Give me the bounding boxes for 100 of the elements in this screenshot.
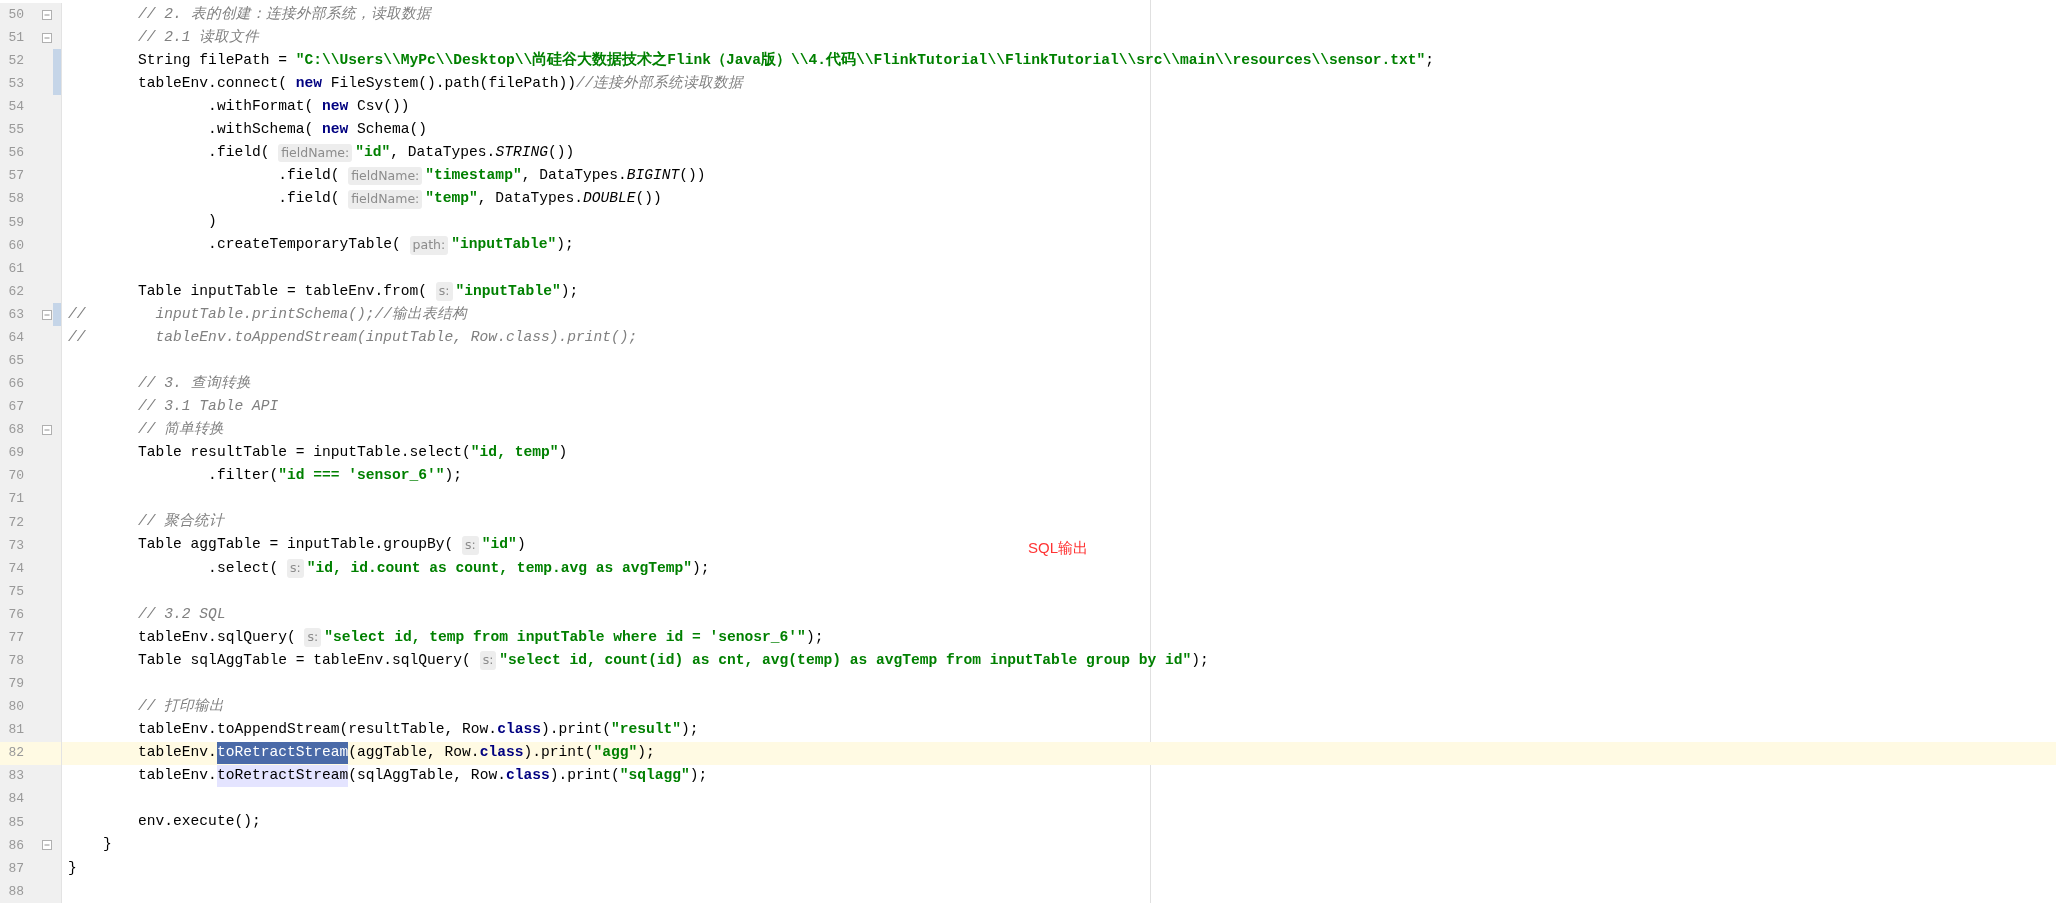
string-literal: "inputTable" (451, 235, 557, 255)
comment: // 3. 查询转换 (137, 373, 251, 393)
line-number: 53 (7, 75, 24, 94)
line-number: 72 (7, 513, 24, 532)
line-number: 84 (7, 790, 24, 809)
fold-icon[interactable] (42, 9, 52, 20)
line-number: 52 (7, 51, 24, 70)
line-number: 74 (7, 559, 24, 578)
fold-icon[interactable] (42, 309, 52, 320)
string-literal: "inputTable" (455, 281, 561, 301)
code-text: .field( (207, 143, 271, 163)
change-marker[interactable] (53, 72, 61, 96)
string-literal: "C:\\Users\\MyPc\\Desktop\\尚硅谷大数据技术之Flink（Java版）\\4.代码\\FlinkTutorial\\FlinkTutorial\\src\\main\\resources\\sensor.txt" (295, 50, 1426, 70)
code-text: ).print( (549, 766, 620, 786)
string-literal: "select id, count(id) as cnt, avg(temp) as avgTemp from inputTable group by id" (499, 650, 1192, 670)
code-text: ()) (635, 189, 662, 209)
code-text: , DataTypes. (477, 189, 583, 209)
line-number: 82 (7, 744, 24, 763)
code-text: FileSystem().path(filePath)) (329, 73, 576, 93)
code-text: ); (681, 720, 699, 740)
code-text: env.execute(); (137, 812, 261, 832)
comment: //连接外部系统读取数据 (575, 73, 744, 93)
comment: // tableEnv.toAppendStream(inputTable, Row.class).print(); (68, 327, 638, 347)
code-text: (sqlAggTable, Row. (348, 766, 506, 786)
code-text: tableEnv.sqlQuery( (137, 627, 297, 647)
code-text: .field( (277, 189, 341, 209)
line-number: 73 (7, 536, 24, 555)
parameter-hint: fieldName: (348, 166, 423, 186)
parameter-hint: s: (435, 282, 453, 301)
code-text: ); (560, 281, 579, 301)
code-text: tableEnv.toAppendStream(resultTable, Row. (137, 720, 498, 740)
line-number: 81 (7, 721, 24, 740)
line-number: 87 (7, 859, 24, 878)
line-number: 60 (7, 236, 24, 255)
line-number: 59 (7, 213, 24, 232)
code-text: } (68, 858, 77, 878)
line-number: 54 (7, 98, 24, 117)
selected-text: toRetractStream (216, 742, 349, 765)
code-text: tableEnv. (137, 743, 217, 763)
parameter-hint: path: (409, 235, 449, 255)
code-text: Csv()) (356, 96, 410, 116)
string-literal: "id" (481, 535, 517, 555)
line-number: 76 (7, 605, 24, 624)
string-literal: "id" (355, 143, 391, 163)
code-text: ); (444, 466, 463, 486)
keyword: class (505, 766, 550, 786)
parameter-hint: s: (462, 536, 479, 555)
code-text: ) (516, 535, 526, 555)
keyword: new (322, 96, 349, 116)
code-text: ) (558, 443, 568, 463)
code-text: .select( (207, 558, 280, 578)
parameter-hint: s: (304, 628, 322, 648)
highlighted-usage: toRetractStream (216, 765, 349, 788)
line-number: 79 (7, 675, 24, 694)
parameter-hint: fieldName: (278, 143, 353, 163)
fold-icon[interactable] (42, 425, 52, 435)
code-text: ).print( (540, 720, 611, 740)
change-marker[interactable] (53, 49, 61, 73)
string-literal: "id, temp" (470, 443, 559, 463)
code-text: ); (637, 743, 655, 763)
fold-icon[interactable] (42, 32, 52, 43)
constant-name: DOUBLE (582, 189, 636, 209)
code-text: tableEnv.connect( (137, 73, 288, 93)
line-number: 57 (7, 167, 24, 186)
line-number: 55 (7, 121, 24, 140)
string-literal: "id, id.count as count, temp.avg as avgTemp" (306, 558, 693, 578)
comment: // 聚合统计 (137, 512, 225, 532)
string-literal: "timestamp" (425, 166, 522, 186)
line-number: 86 (7, 836, 24, 855)
comment: // 打印输出 (137, 697, 225, 716)
code-text: String filePath = (137, 50, 288, 70)
line-number: 77 (7, 628, 24, 647)
line-number: 75 (7, 582, 24, 601)
code-text: ) (207, 212, 217, 232)
code-text: .withFormat( (207, 96, 315, 116)
code-text: ); (689, 766, 708, 786)
constant-name: BIGINT (626, 166, 680, 186)
line-number: 63 (7, 305, 24, 324)
line-number: 64 (7, 328, 24, 347)
code-text: Table aggTable = inputTable.groupBy( (137, 535, 455, 555)
keyword: new (295, 73, 322, 93)
fold-icon[interactable] (42, 840, 52, 851)
line-number: 70 (7, 467, 24, 486)
code-text: .filter( (207, 466, 279, 486)
comment: // inputTable.printSchema();//输出表结构 (68, 304, 468, 324)
comment: // 3.1 Table API (137, 396, 279, 416)
line-number: 58 (7, 190, 24, 209)
keyword: class (497, 720, 541, 740)
annotation-text: SQL输出 (1028, 538, 1088, 558)
string-literal: "agg" (593, 743, 638, 763)
code-text: .withSchema( (207, 120, 315, 139)
line-number: 62 (7, 282, 24, 301)
line-number: 67 (7, 398, 24, 417)
change-marker[interactable] (53, 303, 61, 327)
code-text: ).print( (523, 743, 594, 763)
code-text: ()) (547, 143, 575, 163)
string-literal: "temp" (425, 189, 478, 209)
line-number: 51 (7, 28, 24, 47)
comment: // 2. 表的创建：连接外部系统，读取数据 (137, 4, 431, 24)
line-number: 56 (7, 144, 24, 163)
